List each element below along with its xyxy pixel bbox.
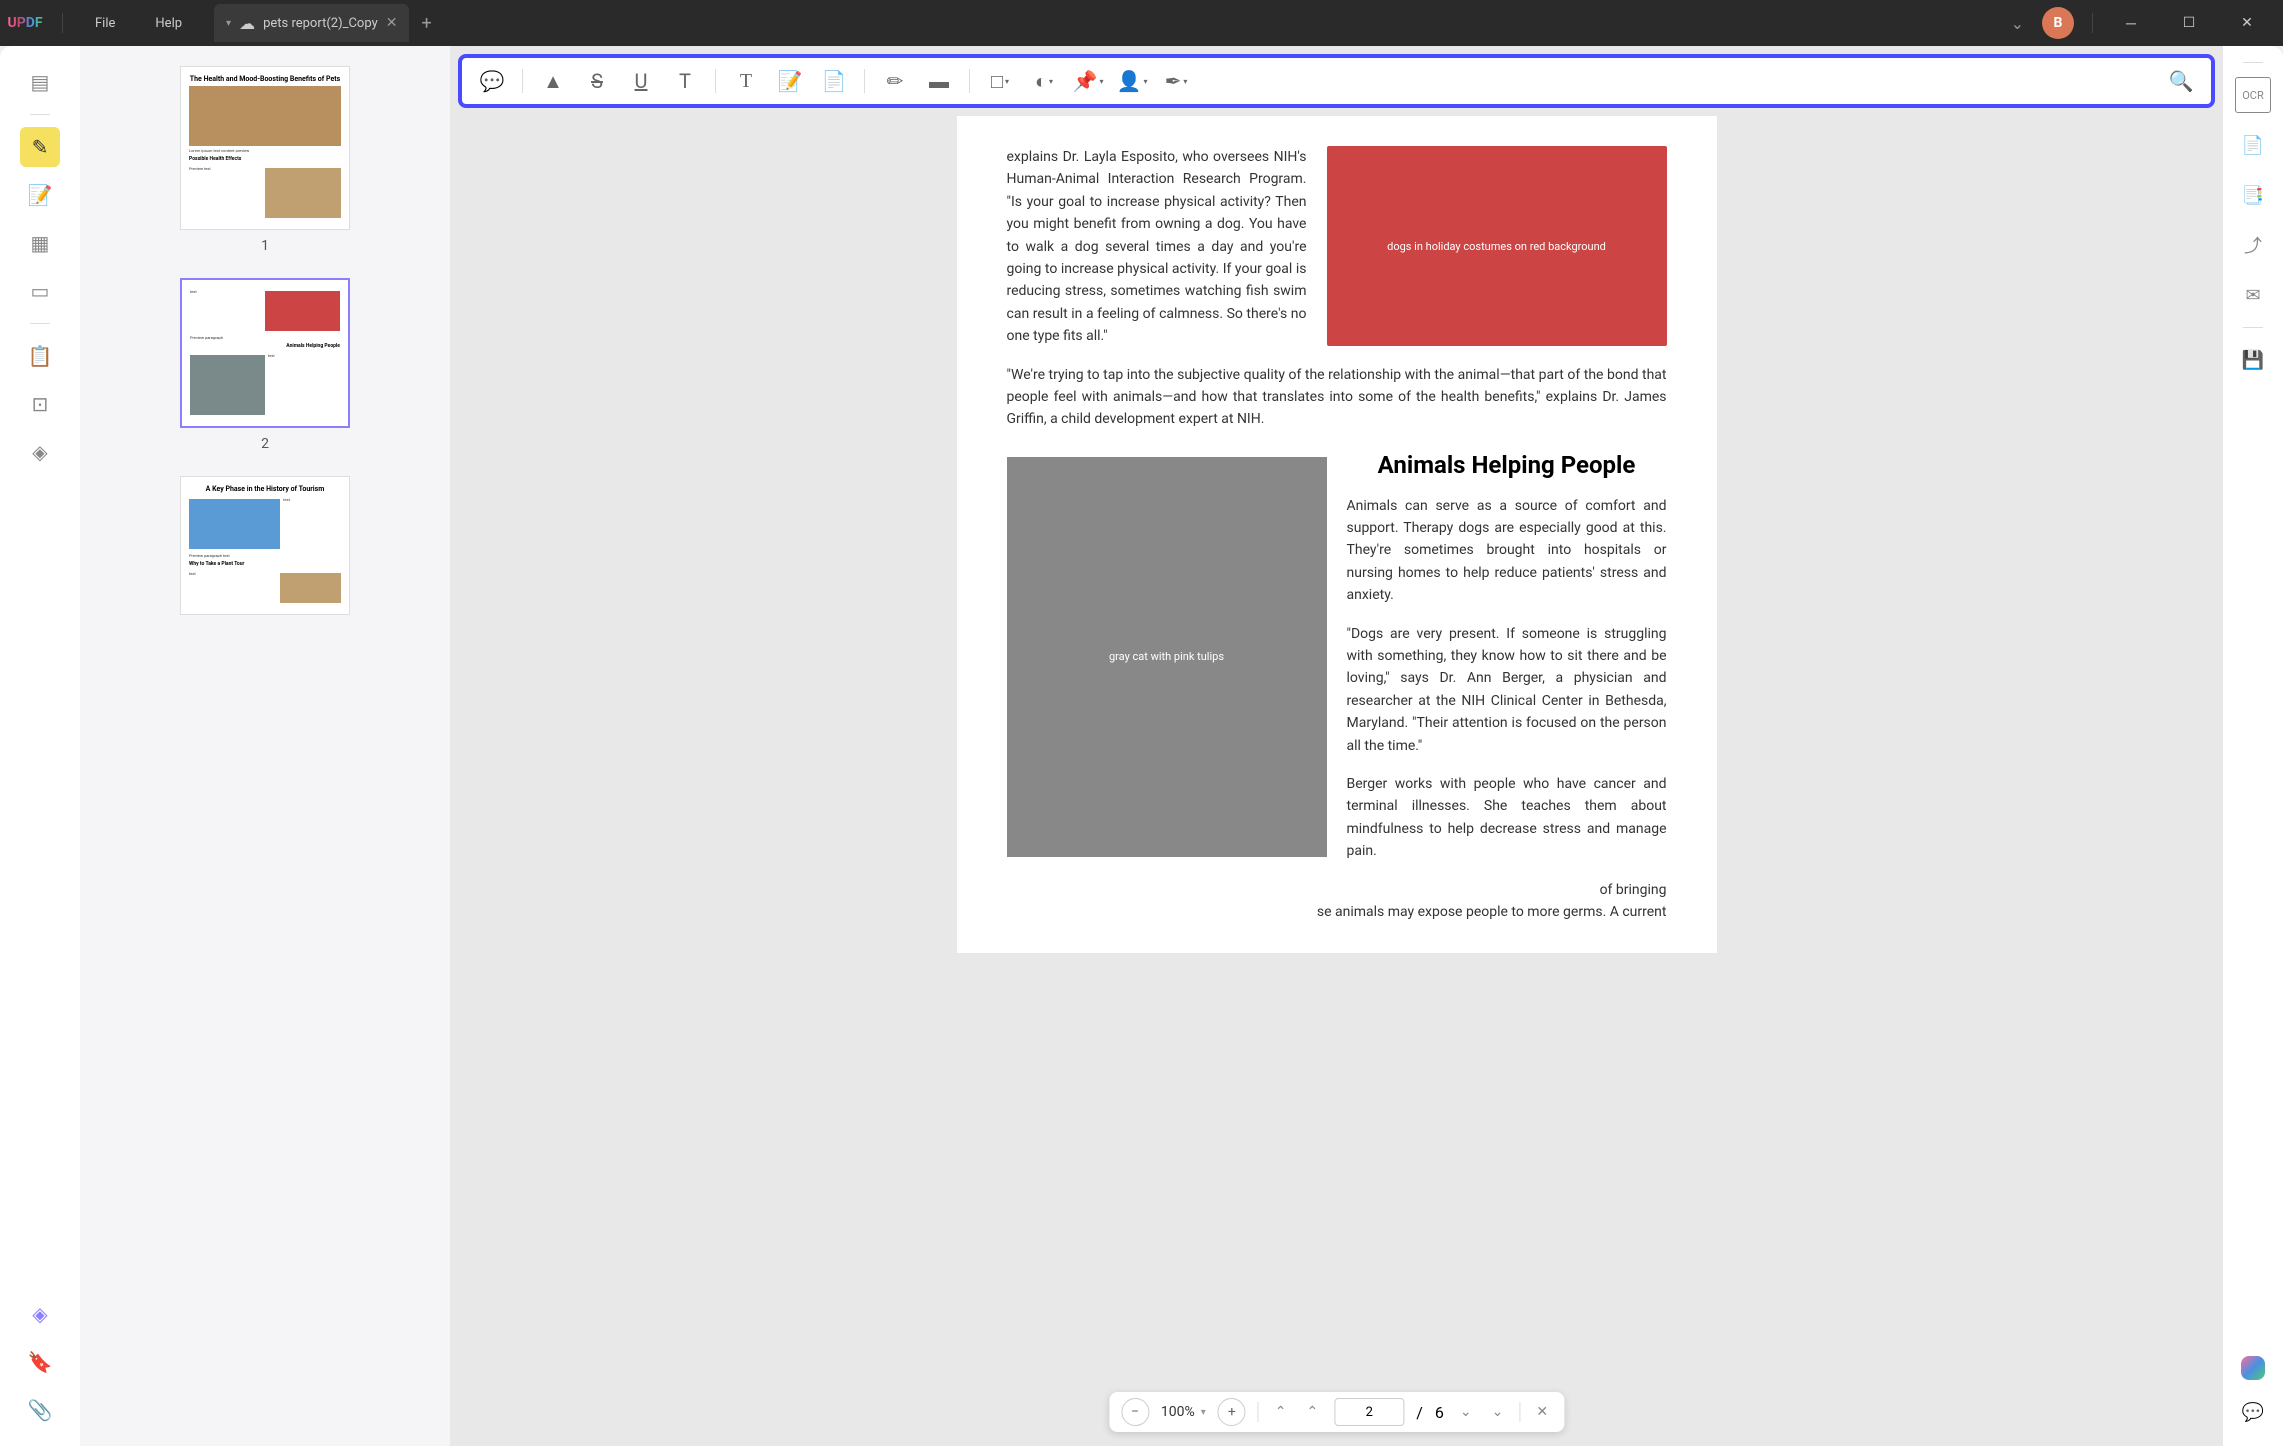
pin-tool-icon[interactable]: 📌 <box>1070 63 1106 99</box>
doc-paragraph: of bringing <box>1007 879 1667 901</box>
document-viewport[interactable]: dogs in holiday costumes on red backgrou… <box>450 116 2223 1446</box>
zoom-in-button[interactable]: + <box>1218 1398 1246 1426</box>
minimize-button[interactable]: ─ <box>2111 15 2151 32</box>
squiggly-tool-icon[interactable]: T <box>667 63 703 99</box>
thumbnail-page-1[interactable]: The Health and Mood-Boosting Benefits of… <box>180 66 350 230</box>
share-icon[interactable]: ⤴ <box>2235 227 2271 263</box>
strikethrough-tool-icon[interactable]: S <box>579 63 615 99</box>
doc-image-cat: gray cat with pink tulips <box>1007 457 1327 857</box>
reader-mode-icon[interactable]: ▤ <box>20 62 60 102</box>
close-button[interactable]: ✕ <box>2227 15 2267 31</box>
textbox-tool-icon[interactable]: 📝 <box>772 63 808 99</box>
stamp-tool-icon[interactable]: ◐ <box>1026 63 1062 99</box>
underline-tool-icon[interactable]: U <box>623 63 659 99</box>
document-tab[interactable]: ▾ ☁ pets report(2)_Copy ✕ <box>214 4 409 42</box>
thumb-label-2: 2 <box>261 436 269 452</box>
thumb-label-1: 1 <box>261 238 269 254</box>
maximize-button[interactable]: ☐ <box>2169 15 2209 31</box>
transform-icon[interactable]: ⊡ <box>20 384 60 424</box>
thumbnail-page-3[interactable]: A Key Phase in the History of Tourism te… <box>180 476 350 615</box>
email-icon[interactable]: ✉ <box>2235 277 2271 313</box>
search-icon[interactable]: 🔍 <box>2163 63 2199 99</box>
pencil-tool-icon[interactable]: ✏ <box>877 63 913 99</box>
tab-dropdown-icon[interactable]: ▾ <box>226 18 231 29</box>
crop-icon[interactable]: 📋 <box>20 336 60 376</box>
annotation-toolbar: 💬 ▲ S U T T 📝 📄 ✏ ▬ □ ◐ 📌 👤 ✒ <box>458 54 2215 108</box>
cloud-icon: ☁ <box>239 14 255 33</box>
page-number-input[interactable] <box>1334 1398 1404 1426</box>
zoom-out-button[interactable]: − <box>1121 1398 1149 1426</box>
menu-help[interactable]: Help <box>135 16 202 31</box>
thumbnail-page-2[interactable]: text Preview paragraph Animals Helping P… <box>180 278 350 428</box>
doc-paragraph: "We're trying to tap into the subjective… <box>1007 364 1667 431</box>
doc-image-pets: dogs in holiday costumes on red backgrou… <box>1327 146 1667 346</box>
eraser-tool-icon[interactable]: ▬ <box>921 63 957 99</box>
doc-paragraph: se animals may expose people to more ger… <box>1007 901 1667 923</box>
thumbnails-panel: The Health and Mood-Boosting Benefits of… <box>80 46 450 1446</box>
close-bar-button[interactable]: ✕ <box>1532 1404 1552 1420</box>
user-avatar[interactable]: B <box>2042 7 2074 39</box>
note-tool-icon[interactable]: 📄 <box>816 63 852 99</box>
chevron-down-icon[interactable]: ⌄ <box>2011 14 2024 33</box>
new-tab-button[interactable]: + <box>421 13 431 34</box>
bookmark-icon[interactable]: 🔖 <box>20 1342 60 1382</box>
zoom-navigation-bar: − 100% ▾ + ⌃ ⌃ / 6 ⌄ ⌄ ✕ <box>1109 1392 1564 1432</box>
signature-tool-icon[interactable]: 👤 <box>1114 63 1150 99</box>
chat-icon[interactable]: 💬 <box>2235 1394 2271 1430</box>
edit-text-icon[interactable]: 📝 <box>20 175 60 215</box>
app-logo[interactable]: UPDF <box>0 15 50 31</box>
ocr-icon[interactable]: OCR <box>2235 77 2271 113</box>
compress-icon[interactable]: 📑 <box>2235 177 2271 213</box>
first-page-button[interactable]: ⌃ <box>1271 1404 1291 1420</box>
text-tool-icon[interactable]: T <box>728 63 764 99</box>
highlighter-icon[interactable]: ✎ <box>20 127 60 167</box>
left-sidebar: ▤ ✎ 📝 ▦ ▭ 📋 ⊡ ◈ ◈ 🔖 📎 <box>0 46 80 1446</box>
save-icon[interactable]: 💾 <box>2235 342 2271 378</box>
layers-icon[interactable]: ◈ <box>20 1294 60 1334</box>
ai-assistant-icon[interactable] <box>2241 1356 2265 1380</box>
pen-tool-icon[interactable]: ✒ <box>1158 63 1194 99</box>
page-separator: / <box>1416 1403 1423 1422</box>
zoom-dropdown-icon[interactable]: ▾ <box>1201 1407 1206 1418</box>
convert-icon[interactable]: 📄 <box>2235 127 2271 163</box>
page-total: 6 <box>1435 1403 1444 1422</box>
pages-icon[interactable]: ▦ <box>20 223 60 263</box>
batch-icon[interactable]: ◈ <box>20 432 60 472</box>
menu-file[interactable]: File <box>75 16 135 31</box>
next-page-button[interactable]: ⌄ <box>1456 1404 1476 1420</box>
tab-title: pets report(2)_Copy <box>263 16 378 31</box>
form-icon[interactable]: ▭ <box>20 271 60 311</box>
prev-page-button[interactable]: ⌃ <box>1303 1404 1323 1420</box>
zoom-level: 100% <box>1161 1404 1195 1420</box>
attachment-icon[interactable]: 📎 <box>20 1390 60 1430</box>
tab-close-icon[interactable]: ✕ <box>386 15 398 31</box>
right-sidebar: OCR 📄 📑 ⤴ ✉ 💾 💬 <box>2223 46 2283 1446</box>
shape-tool-icon[interactable]: □ <box>982 63 1018 99</box>
highlight-tool-icon[interactable]: ▲ <box>535 63 571 99</box>
last-page-button[interactable]: ⌄ <box>1488 1404 1508 1420</box>
comment-tool-icon[interactable]: 💬 <box>474 63 510 99</box>
